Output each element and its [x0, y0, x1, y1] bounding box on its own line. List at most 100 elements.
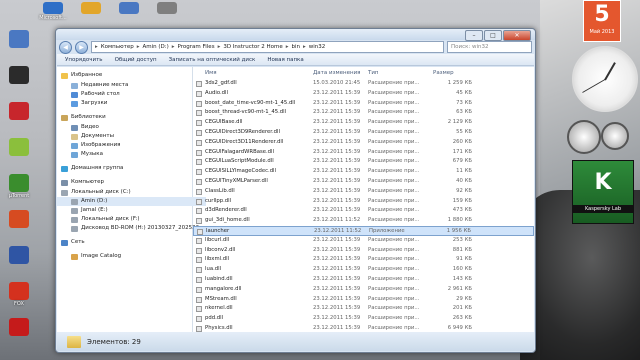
column-size[interactable]: Размер	[433, 69, 454, 78]
file-date: 23.12.2011 15:39	[313, 178, 361, 184]
nav-item[interactable]: Локальный диск (C:)	[57, 188, 131, 197]
nav-item[interactable]: Jamal (E:)	[57, 206, 108, 215]
breadcrumb-item[interactable]: bin	[292, 44, 301, 50]
column-name[interactable]: Имя	[205, 69, 217, 78]
nav-item[interactable]: Компьютер	[57, 178, 104, 187]
desktop-icon[interactable]	[2, 66, 36, 85]
nav-item[interactable]: Документы	[57, 132, 114, 141]
calendar-gadget[interactable]: 5 Май 2013	[583, 0, 621, 42]
desktop-icon[interactable]	[150, 2, 184, 15]
table-row[interactable]: launcher 23.12.2011 11:52 Приложение 1 956 …	[193, 226, 534, 236]
column-date[interactable]: Дата изменения	[313, 69, 360, 78]
dll-file-icon	[196, 257, 202, 264]
dll-file-icon	[197, 229, 203, 235]
table-row[interactable]: luabind.dll 23.12.2011 15:39 Расширение пр…	[193, 275, 534, 285]
nav-item[interactable]: Рабочий стол	[57, 90, 120, 99]
breadcrumb-item[interactable]: Amin (D:)	[143, 44, 169, 50]
desktop-icon[interactable]	[2, 102, 36, 121]
table-row[interactable]: libconv2.dll 23.12.2011 15:39 Расширение п…	[193, 246, 534, 256]
desktop-icon[interactable]	[2, 138, 36, 157]
table-row[interactable]: boost_date_time-vc90-mt-1_45.dll 23.12.20…	[193, 99, 534, 109]
column-type[interactable]: Тип	[368, 69, 379, 78]
nav-item[interactable]: Amin (D:)	[57, 197, 206, 206]
desktop-icon[interactable]: FOX	[2, 282, 36, 307]
desktop-app-icon	[9, 66, 29, 84]
desktop-icon[interactable]	[2, 246, 36, 265]
table-row[interactable]: CEGUILuaScriptModule.dll 23.12.2011 15:39…	[193, 157, 534, 167]
toolbar-button[interactable]: Записать на оптический диск	[169, 57, 256, 63]
file-name: boost_date_time-vc90-mt-1_45.dll	[205, 99, 296, 106]
file-name: ClassLib.dll	[205, 187, 235, 194]
file-date: 15.03.2010 21:45	[313, 80, 361, 86]
maximize-button[interactable]: □	[484, 30, 502, 41]
table-row[interactable]: CEGUIDirect3D11Renderer.dll 23.12.2011 15…	[193, 138, 534, 148]
file-name: lua.dll	[205, 266, 222, 273]
toolbar-button[interactable]: Новая папка	[267, 57, 303, 63]
desktop-icon[interactable]: µTorrent	[2, 174, 36, 199]
table-row[interactable]: CEGUIFalagardWRBase.dll 23.12.2011 15:39 Р…	[193, 148, 534, 158]
table-row[interactable]: MStream.dll 23.12.2011 15:39 Расширение пр…	[193, 295, 534, 305]
toolbar-button[interactable]: Общий доступ	[115, 57, 157, 63]
nav-item[interactable]: Изображения	[57, 141, 120, 150]
nav-item[interactable]: Библиотеки	[57, 113, 106, 122]
cpu-meter-gadget[interactable]	[565, 118, 635, 156]
nav-item[interactable]: Сеть	[57, 238, 85, 247]
table-row[interactable]: pdd.dll 23.12.2011 15:39 Расширение при...…	[193, 314, 534, 324]
file-name: mangalore.dll	[205, 285, 242, 292]
minimize-button[interactable]: –	[465, 30, 483, 41]
table-row[interactable]: gui_3di_home.dll 23.12.2011 11:52 Расширен…	[193, 216, 534, 226]
nav-item-label: Jamal (E:)	[81, 207, 108, 213]
nav-item[interactable]: Музыка	[57, 150, 103, 159]
file-type: Расширение при...	[368, 129, 420, 135]
file-size: 40 КБ	[456, 178, 472, 184]
table-row[interactable]: CEGUISILLYImageCodec.dll 23.12.2011 15:39…	[193, 167, 534, 177]
table-row[interactable]: nkernel.dll 23.12.2011 15:39 Расширение пр…	[193, 304, 534, 314]
breadcrumb-item[interactable]: Компьютер	[101, 44, 134, 50]
table-row[interactable]: lua.dll 23.12.2011 15:39 Расширение при...…	[193, 265, 534, 275]
nav-item[interactable]: Загрузки	[57, 99, 107, 108]
table-row[interactable]: mangalore.dll 23.12.2011 15:39 Расширение …	[193, 285, 534, 295]
desktop-icon[interactable]	[112, 2, 146, 15]
nav-item-icon	[61, 114, 68, 121]
table-row[interactable]: Audio.dll 23.12.2011 15:39 Расширение при.…	[193, 89, 534, 99]
nav-item[interactable]: Видео	[57, 123, 99, 132]
breadcrumb-item[interactable]: win32	[309, 44, 326, 50]
breadcrumb-item[interactable]: 3D Instructor 2 Home	[223, 44, 282, 50]
table-row[interactable]: libcurl.dll 23.12.2011 15:39 Расширение пр…	[193, 236, 534, 246]
close-button[interactable]: ✕	[503, 30, 531, 41]
nav-item[interactable]: Дисковод BD-ROM (H:) 20130327_202536	[57, 224, 199, 233]
desktop-icon[interactable]	[2, 210, 36, 229]
desktop-icon[interactable]	[2, 30, 36, 49]
breadcrumb-item[interactable]: Program Files	[178, 44, 215, 50]
toolbar-button[interactable]: Упорядочить	[65, 57, 103, 63]
address-bar[interactable]: ▸ Компьютер ▸ Amin (D:) ▸ Program Files ▸ 3D In…	[91, 41, 444, 53]
nav-item[interactable]: Локальный диск (F:)	[57, 215, 140, 224]
desktop-app-icon	[43, 2, 63, 14]
table-row[interactable]: 3ds2_gdf.dll 15.03.2010 21:45 Расширение п…	[193, 79, 534, 89]
nav-item[interactable]: Домашняя группа	[57, 164, 123, 173]
file-type: Расширение при...	[368, 236, 420, 243]
desktop-icon[interactable]	[2, 318, 36, 337]
nav-item[interactable]: Недавние места	[57, 81, 128, 90]
nav-item-label: Домашняя группа	[71, 165, 124, 171]
table-row[interactable]: CEGUIDirect3D9Renderer.dll 23.12.2011 15:…	[193, 128, 534, 138]
table-row[interactable]: ClassLib.dll 23.12.2011 15:39 Расширение п…	[193, 187, 534, 197]
search-input[interactable]: Поиск: win32	[447, 41, 532, 53]
table-row[interactable]: d3dRenderer.dll 23.12.2011 15:39 Расширени…	[193, 206, 534, 216]
forward-button[interactable]: ▶	[75, 40, 88, 54]
table-row[interactable]: CEGUIBase.dll 23.12.2011 15:39 Расширение …	[193, 118, 534, 128]
table-row[interactable]: CEGUITinyXMLParser.dll 23.12.2011 15:39 Ра…	[193, 177, 534, 187]
clock-gadget[interactable]	[572, 46, 638, 112]
table-row[interactable]: boost_thread-vc90-mt-1_45.dll 23.12.2011 …	[193, 108, 534, 118]
table-row[interactable]: curllpp.dll 23.12.2011 15:39 Расширение пр…	[193, 197, 534, 207]
nav-item[interactable]: Избранное	[57, 71, 102, 80]
file-type: Расширение при...	[368, 276, 420, 282]
desktop-icon[interactable]	[74, 2, 108, 15]
file-name: libconv2.dll	[205, 246, 236, 253]
kaspersky-gadget[interactable]: K Kaspersky Lab	[572, 160, 634, 224]
nav-item[interactable]: Image Catalog	[57, 252, 121, 261]
table-row[interactable]: libxml.dll 23.12.2011 15:39 Расширение при…	[193, 255, 534, 265]
back-button[interactable]: ◀	[59, 40, 72, 54]
title-bar[interactable]	[56, 29, 535, 40]
desktop-icon[interactable]: Microsoft...	[36, 2, 70, 21]
